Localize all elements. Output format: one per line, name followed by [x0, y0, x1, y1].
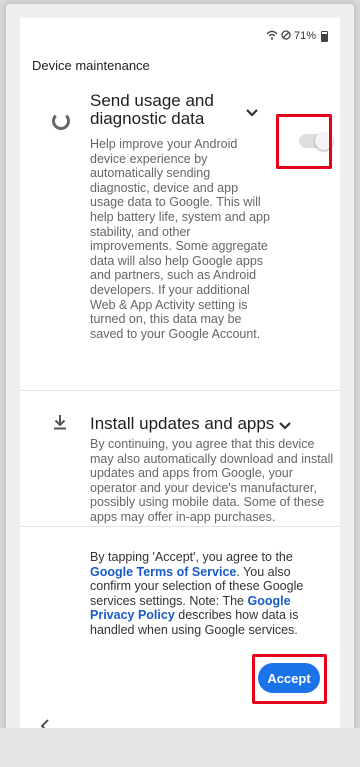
terms-part1: By tapping 'Accept', you agree to the	[90, 550, 293, 564]
install-updates-description: By continuing, you agree that this devic…	[90, 437, 334, 524]
chevron-down-icon[interactable]	[245, 105, 259, 117]
terms-text: By tapping 'Accept', you agree to the Go…	[90, 550, 335, 638]
usage-data-title[interactable]: Send usage and diagnostic data	[90, 92, 260, 128]
terms-of-service-link[interactable]: Google Terms of Service	[90, 565, 236, 579]
wifi-icon	[266, 30, 278, 43]
install-updates-title[interactable]: Install updates and apps	[90, 415, 310, 433]
toggle-highlight-frame	[276, 114, 332, 169]
battery-icon	[321, 30, 328, 42]
page-title: Device maintenance	[32, 58, 150, 73]
status-bar: 71%	[266, 28, 328, 44]
accept-highlight-frame	[252, 654, 327, 704]
divider	[20, 390, 340, 391]
battery-percent: 71%	[293, 30, 316, 42]
usage-data-title-line2: diagnostic data	[90, 109, 205, 128]
navigation-bar	[0, 728, 360, 767]
download-icon	[53, 414, 67, 430]
chevron-down-icon[interactable]	[278, 418, 292, 430]
sync-icon	[52, 112, 70, 130]
usage-data-title-line1: Send usage and	[90, 91, 214, 110]
usage-data-description: Help improve your Android device experie…	[90, 137, 270, 341]
divider	[20, 526, 340, 527]
do-not-disturb-icon	[281, 29, 291, 43]
